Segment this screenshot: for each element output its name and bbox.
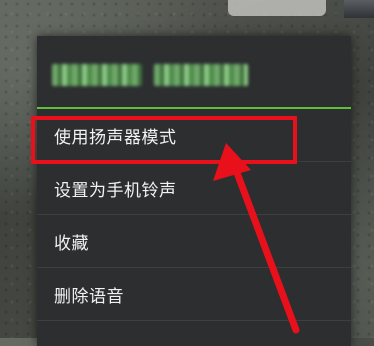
blurred-contact-name [52, 64, 248, 86]
menu-item-label: 删除语音 [54, 286, 124, 307]
menu-item-label: 设置为手机铃声 [54, 180, 177, 201]
menu-item-label: 收藏 [54, 233, 89, 254]
menu-item-speaker-mode[interactable]: 使用扬声器模式 [37, 109, 351, 162]
menu-item-favorite[interactable]: 收藏 [37, 215, 351, 268]
header-divider [37, 107, 351, 109]
avatar [344, 0, 374, 18]
blurred-name-part [52, 64, 142, 86]
menu-item-set-ringtone[interactable]: 设置为手机铃声 [37, 162, 351, 215]
menu-item-label: 使用扬声器模式 [54, 127, 177, 148]
blurred-name-part [154, 64, 248, 86]
chat-bubble [228, 0, 326, 16]
menu-header [37, 36, 351, 109]
menu-item-delete-voice[interactable]: 删除语音 [37, 268, 351, 321]
context-menu: 使用扬声器模式 设置为手机铃声 收藏 删除语音 [37, 36, 351, 346]
